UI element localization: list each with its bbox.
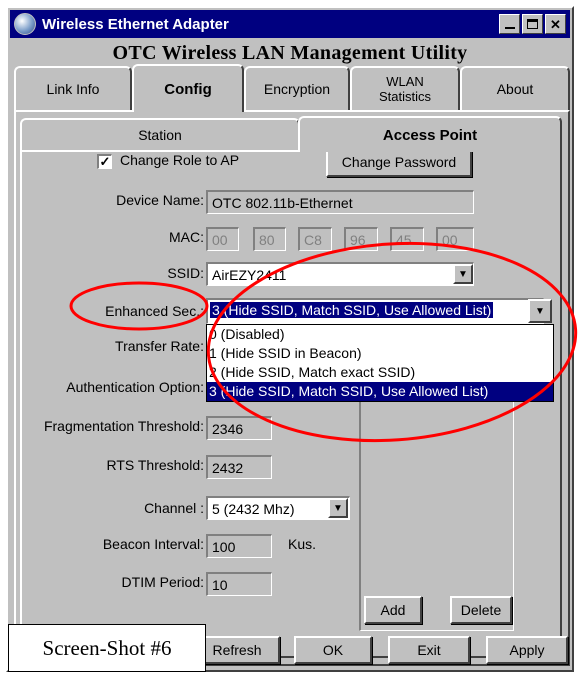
minimize-icon (504, 27, 515, 29)
mac-octet-4[interactable]: 96 (344, 227, 378, 251)
fragmentation-threshold-label: Fragmentation Threshold: (43, 418, 204, 434)
tab-encryption[interactable]: Encryption (244, 66, 350, 110)
minimize-button[interactable] (499, 14, 520, 34)
ok-button[interactable]: OK (294, 636, 372, 664)
chevron-down-icon: ▼ (458, 268, 468, 280)
fragmentation-threshold-field[interactable]: 2346 (206, 416, 272, 440)
subtab-station[interactable]: Station (20, 118, 300, 150)
enhanced-sec-value: 3 (Hide SSID, Match SSID, Use Allowed Li… (210, 302, 494, 318)
close-icon: ✕ (550, 16, 561, 32)
maximize-icon (527, 19, 538, 29)
dtim-period-field[interactable]: 10 (206, 572, 272, 596)
chevron-down-icon: ▼ (535, 305, 545, 317)
option-0[interactable]: 0 (Disabled) (207, 325, 553, 344)
refresh-button[interactable]: Refresh (194, 636, 280, 664)
ssid-label: SSID: (167, 265, 204, 281)
mac-octet-1[interactable]: 00 (206, 227, 239, 251)
main-tabs: Link Info Config Encryption WLAN Statist… (14, 64, 570, 112)
transfer-rate-label: Transfer Rate: (115, 338, 204, 354)
window-controls: ✕ (499, 14, 566, 34)
close-button[interactable]: ✕ (545, 14, 566, 34)
channel-label: Channel : (144, 500, 204, 516)
mac-label: MAC: (169, 229, 204, 245)
channel-dropdown-arrow[interactable]: ▼ (328, 498, 348, 518)
enhanced-sec-label: Enhanced Sec.: (105, 303, 204, 319)
mac-octet-5[interactable]: 45 (390, 227, 424, 251)
beacon-interval-label: Beacon Interval: (102, 536, 204, 552)
enhanced-sec-dropdown-arrow[interactable]: ▼ (528, 299, 552, 323)
option-1[interactable]: 1 (Hide SSID in Beacon) (207, 344, 553, 363)
ssid-dropdown-arrow[interactable]: ▼ (453, 264, 473, 284)
add-button[interactable]: Add (364, 596, 422, 624)
change-role-label: Change Role to AP (120, 152, 240, 168)
rts-threshold-label: RTS Threshold: (106, 457, 204, 473)
tab-link-info[interactable]: Link Info (14, 66, 132, 110)
dtim-period-label: DTIM Period: (121, 574, 204, 590)
mac-octet-6[interactable]: 00 (436, 227, 474, 251)
window-title: Wireless Ethernet Adapter (42, 15, 229, 33)
network-globe-icon (14, 13, 36, 35)
beacon-unit: Kus. (288, 536, 317, 552)
enhanced-sec-combo[interactable]: 3 (Hide SSID, Match SSID, Use Allowed Li… (206, 298, 544, 324)
mac-octet-2[interactable]: 80 (253, 227, 286, 251)
change-role-checkbox[interactable]: ✓ (97, 154, 112, 169)
utility-title: OTC Wireless LAN Management Utility (112, 42, 468, 64)
tab-about[interactable]: About (460, 66, 570, 110)
mac-octet-3[interactable]: C8 (298, 227, 332, 251)
chevron-down-icon: ▼ (333, 502, 343, 514)
beacon-interval-field[interactable]: 100 (206, 534, 272, 558)
exit-button[interactable]: Exit (388, 636, 470, 664)
device-name-label: Device Name: (116, 192, 204, 208)
ssid-combo[interactable]: AirEZY2411 (206, 262, 474, 286)
tab-wlan-statistics[interactable]: WLAN Statistics (350, 66, 460, 110)
option-2[interactable]: 2 (Hide SSID, Match exact SSID) (207, 363, 553, 382)
title-bar[interactable]: Wireless Ethernet Adapter ✕ (10, 10, 570, 38)
enhanced-sec-options: 0 (Disabled) 1 (Hide SSID in Beacon) 2 (… (206, 324, 554, 402)
maximize-button[interactable] (522, 14, 543, 34)
app-window: Wireless Ethernet Adapter ✕ OTC Wireless… (6, 6, 574, 672)
apply-button[interactable]: Apply (486, 636, 568, 664)
option-3[interactable]: 3 (Hide SSID, Match SSID, Use Allowed Li… (207, 382, 553, 401)
tab-config[interactable]: Config (132, 64, 244, 112)
rts-threshold-field[interactable]: 2432 (206, 455, 272, 479)
authentication-option-label: Authentication Option: (66, 379, 204, 395)
screenshot-caption: Screen-Shot #6 (8, 624, 206, 672)
delete-button[interactable]: Delete (450, 596, 512, 624)
subtab-access-point[interactable]: Access Point (298, 116, 562, 152)
device-name-field[interactable]: OTC 802.11b-Ethernet (206, 190, 474, 214)
